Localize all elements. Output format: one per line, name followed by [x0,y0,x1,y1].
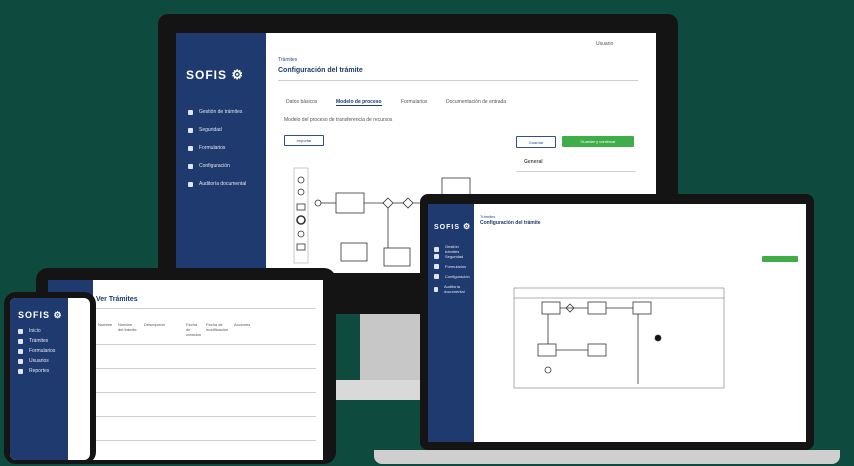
user-icon [18,358,23,364]
sidebar-item[interactable]: Configuración [434,274,470,279]
gears-icon: ⚙ [53,310,63,320]
gears-icon: ⚙ [231,67,245,82]
folder-icon [188,109,193,115]
gear-icon [434,274,439,279]
sidebar-item[interactable]: Formularios [188,145,225,151]
logo: SOFIS ⚙ [434,222,472,231]
folder-icon [434,246,439,252]
column-header: Nombre [98,322,113,327]
phone-screen: SOFIS ⚙ Inicio Trámites Formularios Usua… [10,298,90,460]
import-button[interactable]: Importar [284,135,324,146]
gears-icon: ⚙ [462,222,472,231]
save-continue-button[interactable]: Guardar y continuar [562,136,634,147]
monitor-sidebar: SOFIS ⚙ Gestión de trámites Seguridad Fo… [176,33,266,273]
document-icon [188,181,193,187]
description-text: Modelo del proceso de transferencia de r… [284,117,393,123]
gear-icon [188,163,193,169]
laptop-sidebar: SOFIS ⚙ Gestión trámites Seguridad Formu… [428,204,474,442]
sidebar-item[interactable]: Seguridad [188,127,222,133]
column-header: Descripción [144,322,165,327]
bpmn-diagram[interactable] [508,284,738,394]
tab[interactable]: Formularios [401,99,427,105]
tab-active[interactable]: Modelo de proceso [336,99,382,106]
page-title: Ver Trámites [96,296,138,303]
column-header: Fecha de creación [186,322,202,337]
laptop-screen: SOFIS ⚙ Gestión trámites Seguridad Formu… [428,204,806,442]
form-icon [188,145,193,151]
report-icon [18,368,23,374]
lock-icon [188,127,193,133]
page-title: Configuración del trámite [480,220,541,226]
sidebar-item[interactable]: Seguridad [434,254,463,259]
breadcrumb[interactable]: Trámites [480,214,495,219]
tab[interactable]: Datos básicos [286,99,317,105]
home-icon [18,328,23,334]
laptop-base [374,450,840,464]
save-continue-button[interactable] [762,256,798,262]
sidebar-item[interactable]: Formularios [434,264,466,269]
panel-title: General [524,159,543,165]
phone-sidebar: SOFIS ⚙ Inicio Trámites Formularios Usua… [10,298,68,460]
page-title: Configuración del trámite [278,67,363,74]
logo: SOFIS ⚙ [186,67,245,82]
column-header: Fecha de modificación [206,322,229,332]
sidebar-item[interactable]: Auditoría documental [434,284,474,294]
sidebar-item[interactable]: Gestión de trámites [188,109,242,115]
form-icon [18,348,23,354]
column-header: Acciones [234,322,251,327]
user-menu[interactable]: Usuario [596,41,613,47]
lock-icon [434,254,439,259]
sidebar-item[interactable]: Usuarios [18,358,49,364]
logo: SOFIS ⚙ [18,310,63,320]
breadcrumb[interactable]: Trámites [278,57,297,63]
sidebar-item[interactable]: Auditoría documental [188,181,246,187]
sidebar-item[interactable]: Gestión trámites [434,244,474,254]
sidebar-item[interactable]: Trámites [18,338,48,344]
document-icon [434,286,438,292]
sidebar-item[interactable]: Configuración [188,163,230,169]
sidebar-item[interactable]: Inicio [18,328,41,334]
tab[interactable]: Documentación de entrada [446,99,506,105]
save-button[interactable]: Guardar [516,136,556,148]
form-icon [434,264,439,269]
column-header: Nombre del trámite [118,322,137,332]
sidebar-item[interactable]: Formularios [18,348,55,354]
folder-icon [18,338,23,344]
sidebar-item[interactable]: Reportes [18,368,49,374]
